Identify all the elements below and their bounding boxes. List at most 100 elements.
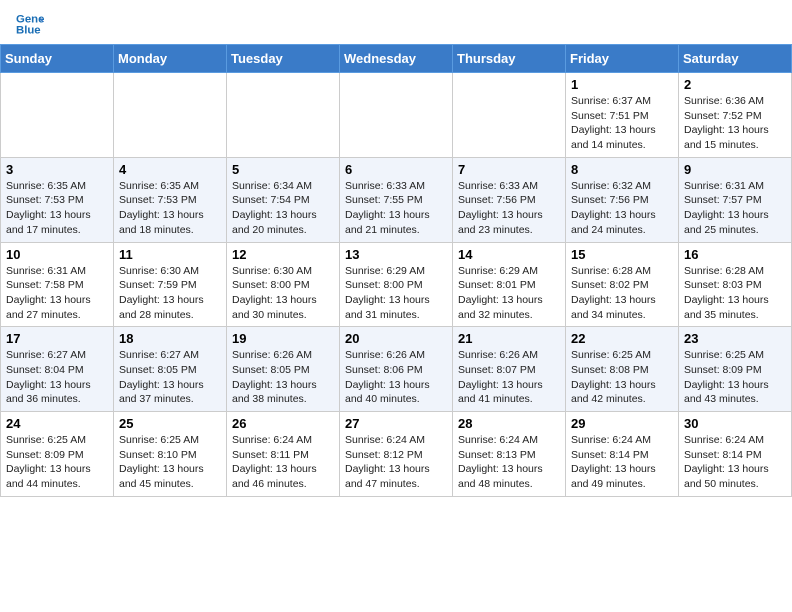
- calendar-cell: 2 Sunrise: 6:36 AM Sunset: 7:52 PM Daylig…: [679, 73, 792, 158]
- calendar-cell: 17 Sunrise: 6:27 AM Sunset: 8:04 PM Dayli…: [1, 327, 114, 412]
- day-info: Sunrise: 6:37 AM Sunset: 7:51 PM Dayligh…: [571, 94, 673, 153]
- day-number: 5: [232, 162, 334, 177]
- day-number: 8: [571, 162, 673, 177]
- calendar-cell: [453, 73, 566, 158]
- day-info: Sunrise: 6:28 AM Sunset: 8:03 PM Dayligh…: [684, 264, 786, 323]
- day-number: 13: [345, 247, 447, 262]
- calendar-cell: 3 Sunrise: 6:35 AM Sunset: 7:53 PM Daylig…: [1, 157, 114, 242]
- calendar-week-row: 24 Sunrise: 6:25 AM Sunset: 8:09 PM Dayli…: [1, 412, 792, 497]
- day-info: Sunrise: 6:30 AM Sunset: 8:00 PM Dayligh…: [232, 264, 334, 323]
- day-number: 29: [571, 416, 673, 431]
- day-info: Sunrise: 6:30 AM Sunset: 7:59 PM Dayligh…: [119, 264, 221, 323]
- logo-icon: General Blue: [16, 10, 44, 38]
- calendar-cell: 4 Sunrise: 6:35 AM Sunset: 7:53 PM Daylig…: [114, 157, 227, 242]
- calendar-cell: 23 Sunrise: 6:25 AM Sunset: 8:09 PM Dayli…: [679, 327, 792, 412]
- day-info: Sunrise: 6:25 AM Sunset: 8:09 PM Dayligh…: [6, 433, 108, 492]
- day-info: Sunrise: 6:25 AM Sunset: 8:08 PM Dayligh…: [571, 348, 673, 407]
- day-number: 7: [458, 162, 560, 177]
- day-info: Sunrise: 6:35 AM Sunset: 7:53 PM Dayligh…: [6, 179, 108, 238]
- day-of-week-header: Friday: [566, 45, 679, 73]
- day-of-week-header: Thursday: [453, 45, 566, 73]
- calendar-cell: 5 Sunrise: 6:34 AM Sunset: 7:54 PM Daylig…: [227, 157, 340, 242]
- calendar-cell: 8Sunrise: 6:32 AM Sunset: 7:56 PM Daylig…: [566, 157, 679, 242]
- day-info: Sunrise: 6:24 AM Sunset: 8:13 PM Dayligh…: [458, 433, 560, 492]
- day-info: Sunrise: 6:35 AM Sunset: 7:53 PM Dayligh…: [119, 179, 221, 238]
- day-number: 20: [345, 331, 447, 346]
- day-number: 23: [684, 331, 786, 346]
- day-info: Sunrise: 6:26 AM Sunset: 8:06 PM Dayligh…: [345, 348, 447, 407]
- day-number: 26: [232, 416, 334, 431]
- day-info: Sunrise: 6:31 AM Sunset: 7:58 PM Dayligh…: [6, 264, 108, 323]
- day-info: Sunrise: 6:24 AM Sunset: 8:12 PM Dayligh…: [345, 433, 447, 492]
- day-info: Sunrise: 6:26 AM Sunset: 8:05 PM Dayligh…: [232, 348, 334, 407]
- day-number: 14: [458, 247, 560, 262]
- calendar-cell: 9 Sunrise: 6:31 AM Sunset: 7:57 PM Daylig…: [679, 157, 792, 242]
- day-number: 9: [684, 162, 786, 177]
- calendar-cell: 30Sunrise: 6:24 AM Sunset: 8:14 PM Dayli…: [679, 412, 792, 497]
- day-number: 1: [571, 77, 673, 92]
- calendar-cell: 12 Sunrise: 6:30 AM Sunset: 8:00 PM Dayli…: [227, 242, 340, 327]
- day-number: 24: [6, 416, 108, 431]
- day-number: 11: [119, 247, 221, 262]
- day-info: Sunrise: 6:33 AM Sunset: 7:55 PM Dayligh…: [345, 179, 447, 238]
- calendar-week-row: 1 Sunrise: 6:37 AM Sunset: 7:51 PM Daylig…: [1, 73, 792, 158]
- calendar-week-row: 10 Sunrise: 6:31 AM Sunset: 7:58 PM Dayli…: [1, 242, 792, 327]
- day-info: Sunrise: 6:34 AM Sunset: 7:54 PM Dayligh…: [232, 179, 334, 238]
- calendar-cell: 29Sunrise: 6:24 AM Sunset: 8:14 PM Dayli…: [566, 412, 679, 497]
- calendar-cell: 14 Sunrise: 6:29 AM Sunset: 8:01 PM Dayli…: [453, 242, 566, 327]
- day-number: 2: [684, 77, 786, 92]
- svg-text:Blue: Blue: [16, 25, 41, 37]
- calendar-table: SundayMondayTuesdayWednesdayThursdayFrid…: [0, 44, 792, 497]
- day-number: 6: [345, 162, 447, 177]
- day-number: 28: [458, 416, 560, 431]
- day-number: 18: [119, 331, 221, 346]
- day-info: Sunrise: 6:27 AM Sunset: 8:05 PM Dayligh…: [119, 348, 221, 407]
- calendar-cell: 22 Sunrise: 6:25 AM Sunset: 8:08 PM Dayli…: [566, 327, 679, 412]
- calendar-cell: 25 Sunrise: 6:25 AM Sunset: 8:10 PM Dayli…: [114, 412, 227, 497]
- day-number: 4: [119, 162, 221, 177]
- day-number: 15: [571, 247, 673, 262]
- calendar-cell: 7 Sunrise: 6:33 AM Sunset: 7:56 PM Daylig…: [453, 157, 566, 242]
- day-number: 16: [684, 247, 786, 262]
- calendar-cell: 27 Sunrise: 6:24 AM Sunset: 8:12 PM Dayli…: [340, 412, 453, 497]
- calendar-cell: 16 Sunrise: 6:28 AM Sunset: 8:03 PM Dayli…: [679, 242, 792, 327]
- day-info: Sunrise: 6:36 AM Sunset: 7:52 PM Dayligh…: [684, 94, 786, 153]
- day-of-week-header: Monday: [114, 45, 227, 73]
- day-number: 25: [119, 416, 221, 431]
- day-number: 3: [6, 162, 108, 177]
- calendar-cell: 21 Sunrise: 6:26 AM Sunset: 8:07 PM Dayli…: [453, 327, 566, 412]
- calendar-cell: 6 Sunrise: 6:33 AM Sunset: 7:55 PM Daylig…: [340, 157, 453, 242]
- calendar-cell: [1, 73, 114, 158]
- day-number: 17: [6, 331, 108, 346]
- calendar-cell: 18 Sunrise: 6:27 AM Sunset: 8:05 PM Dayli…: [114, 327, 227, 412]
- calendar-cell: 19Sunrise: 6:26 AM Sunset: 8:05 PM Dayli…: [227, 327, 340, 412]
- day-info: Sunrise: 6:26 AM Sunset: 8:07 PM Dayligh…: [458, 348, 560, 407]
- day-info: Sunrise: 6:25 AM Sunset: 8:09 PM Dayligh…: [684, 348, 786, 407]
- day-info: Sunrise: 6:29 AM Sunset: 8:00 PM Dayligh…: [345, 264, 447, 323]
- day-number: 10: [6, 247, 108, 262]
- day-number: 22: [571, 331, 673, 346]
- calendar-week-row: 17 Sunrise: 6:27 AM Sunset: 8:04 PM Dayli…: [1, 327, 792, 412]
- calendar-cell: [114, 73, 227, 158]
- calendar-cell: 11 Sunrise: 6:30 AM Sunset: 7:59 PM Dayli…: [114, 242, 227, 327]
- calendar-cell: [340, 73, 453, 158]
- day-info: Sunrise: 6:25 AM Sunset: 8:10 PM Dayligh…: [119, 433, 221, 492]
- calendar-cell: 26Sunrise: 6:24 AM Sunset: 8:11 PM Dayli…: [227, 412, 340, 497]
- day-number: 12: [232, 247, 334, 262]
- day-info: Sunrise: 6:29 AM Sunset: 8:01 PM Dayligh…: [458, 264, 560, 323]
- day-info: Sunrise: 6:27 AM Sunset: 8:04 PM Dayligh…: [6, 348, 108, 407]
- calendar-cell: 24 Sunrise: 6:25 AM Sunset: 8:09 PM Dayli…: [1, 412, 114, 497]
- day-number: 30: [684, 416, 786, 431]
- day-of-week-header: Saturday: [679, 45, 792, 73]
- day-info: Sunrise: 6:31 AM Sunset: 7:57 PM Dayligh…: [684, 179, 786, 238]
- day-info: Sunrise: 6:33 AM Sunset: 7:56 PM Dayligh…: [458, 179, 560, 238]
- day-number: 27: [345, 416, 447, 431]
- day-of-week-header: Wednesday: [340, 45, 453, 73]
- day-of-week-header: Sunday: [1, 45, 114, 73]
- calendar-cell: 10 Sunrise: 6:31 AM Sunset: 7:58 PM Dayli…: [1, 242, 114, 327]
- calendar-cell: 28 Sunrise: 6:24 AM Sunset: 8:13 PM Dayli…: [453, 412, 566, 497]
- day-number: 21: [458, 331, 560, 346]
- calendar-cell: 1 Sunrise: 6:37 AM Sunset: 7:51 PM Daylig…: [566, 73, 679, 158]
- calendar-cell: 13 Sunrise: 6:29 AM Sunset: 8:00 PM Dayli…: [340, 242, 453, 327]
- calendar-cell: [227, 73, 340, 158]
